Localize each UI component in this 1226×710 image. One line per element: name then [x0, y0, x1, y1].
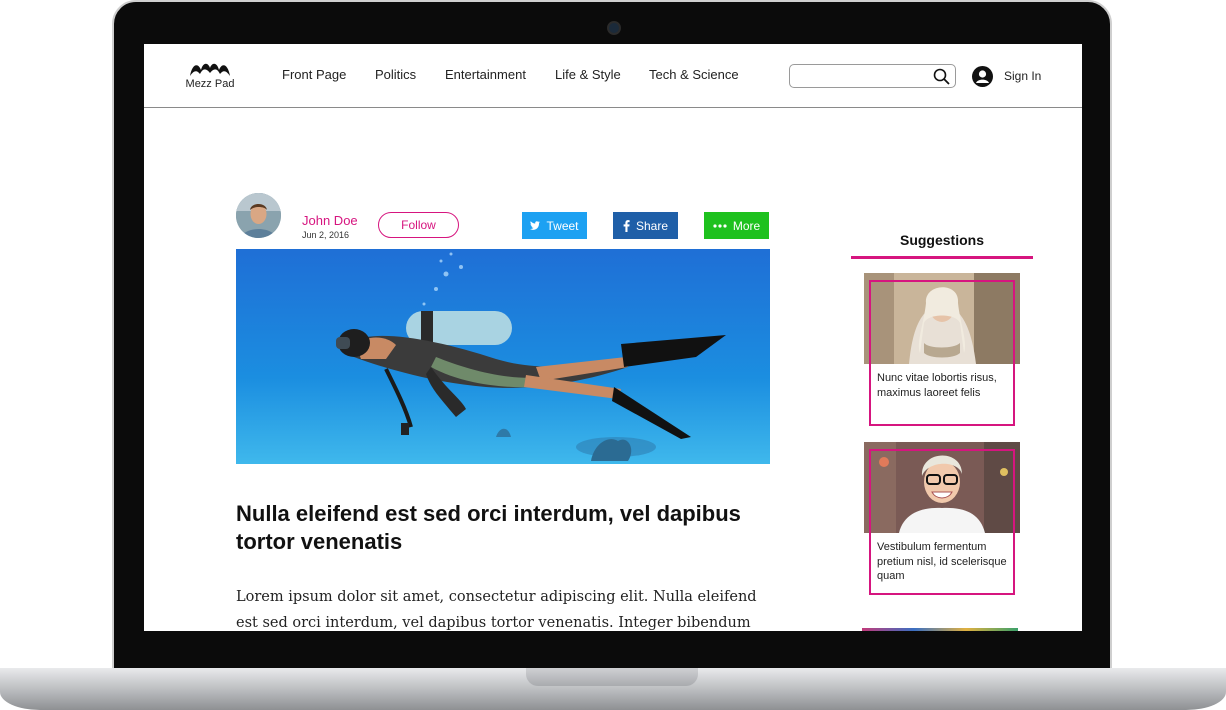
browser-screen: Mezz Pad Front Page Politics Entertainme… — [144, 44, 1082, 631]
nav-politics[interactable]: Politics — [375, 67, 416, 82]
suggestion-card-partial[interactable] — [862, 628, 1018, 631]
mustache-logo-icon — [190, 63, 230, 76]
suggestion-card[interactable]: Vestibulum fermentum pretium nisl, id sc… — [864, 442, 1020, 597]
article-body: Lorem ipsum dolor sit amet, consectetur … — [236, 589, 757, 631]
nav-front-page[interactable]: Front Page — [282, 67, 346, 82]
share-label: Share — [635, 218, 669, 233]
more-share-button[interactable]: More — [704, 212, 769, 239]
nav-tech-science[interactable]: Tech & Science — [649, 67, 739, 82]
user-icon[interactable] — [972, 66, 993, 87]
suggestion-text[interactable]: Nunc vitae lobortis risus, maximus laore… — [877, 371, 1017, 400]
more-dots-icon — [713, 223, 727, 228]
tweet-button[interactable]: Tweet — [522, 212, 587, 239]
facebook-icon — [623, 219, 630, 232]
author-avatar[interactable] — [236, 193, 281, 238]
webcam-icon — [607, 21, 621, 35]
article-headline: Nulla eleifend est sed orci interdum, ve… — [236, 501, 741, 554]
nav-entertainment[interactable]: Entertainment — [445, 67, 526, 82]
sign-in-link[interactable]: Sign In — [1004, 69, 1041, 83]
tweet-label: Tweet — [546, 218, 579, 233]
suggestion-card[interactable]: Nunc vitae lobortis risus, maximus laore… — [864, 273, 1020, 428]
publish-date: Jun 2, 2016 — [302, 230, 350, 240]
suggestions-underline — [851, 256, 1033, 259]
search-icon[interactable] — [933, 68, 950, 85]
laptop-notch — [526, 668, 698, 686]
suggestion-text[interactable]: Vestibulum fermentum pretium nisl, id sc… — [877, 540, 1017, 584]
site-logo[interactable]: Mezz Pad — [184, 60, 236, 92]
site-header: Mezz Pad Front Page Politics Entertainme… — [144, 44, 1082, 108]
search-input[interactable] — [796, 66, 930, 88]
suggestion-frame — [869, 280, 1015, 426]
more-label: More — [732, 218, 761, 233]
hero-image — [236, 249, 770, 464]
suggestions-title: Suggestions — [899, 232, 984, 248]
follow-button[interactable]: Follow — [378, 212, 459, 238]
facebook-share-button[interactable]: Share — [613, 212, 678, 239]
author-name[interactable]: John Doe — [302, 213, 358, 228]
search-box — [789, 64, 956, 88]
twitter-icon — [530, 221, 541, 230]
logo-text: Mezz Pad — [185, 78, 235, 90]
nav-life-style[interactable]: Life & Style — [555, 67, 621, 82]
